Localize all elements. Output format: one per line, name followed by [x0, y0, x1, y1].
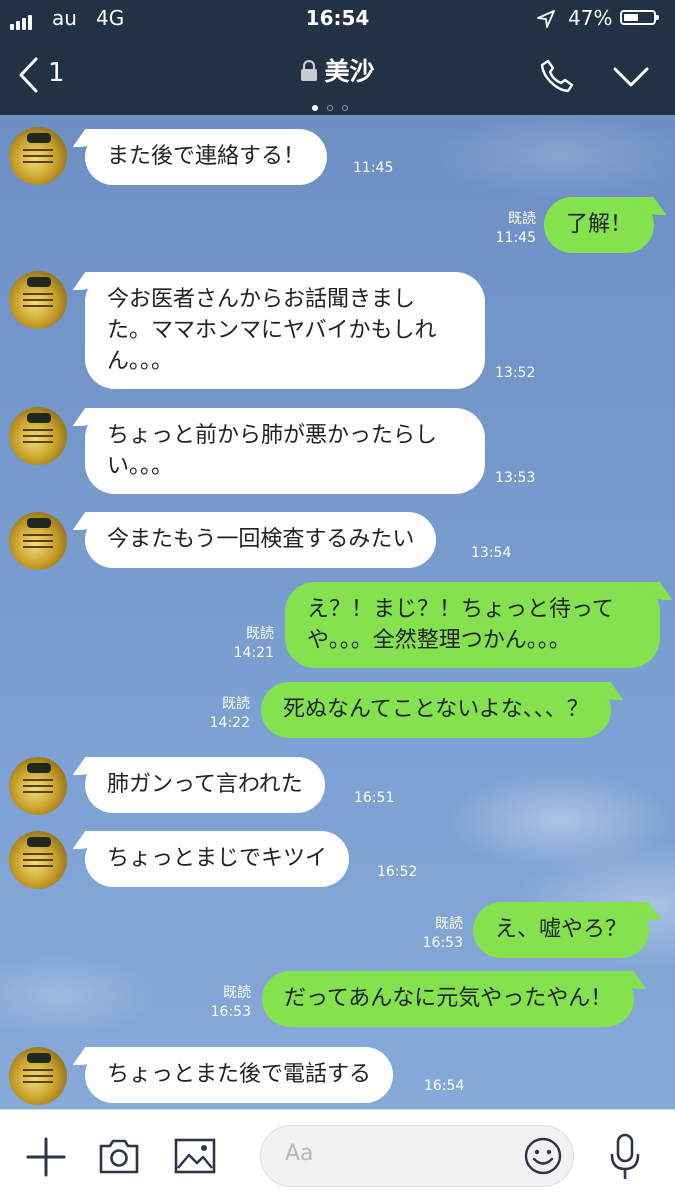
battery-percent: 47%: [568, 6, 613, 30]
contact-avatar[interactable]: [9, 1047, 67, 1105]
message-text: 肺ガンって言われた: [107, 772, 303, 797]
incoming-message[interactable]: 今またもう一回検査するみたい: [85, 512, 437, 568]
message-text: ちょっとまじでキツイ: [107, 846, 328, 871]
message-list[interactable]: また後で連絡する！ 11:45 既読 11:45 了解！ 今お医者さんからお話聞…: [0, 115, 675, 1109]
message-meta: 既読 14:22: [190, 695, 250, 733]
outgoing-message[interactable]: 死ぬなんてことないよな、、、？: [261, 682, 611, 738]
message-time: 16:53: [210, 1004, 251, 1020]
emoji-icon[interactable]: [523, 1136, 563, 1176]
message-time: 16:52: [377, 864, 418, 880]
message-time: 16:51: [354, 790, 395, 806]
message-text-line: や。。。全然整理つかん。。。: [307, 628, 571, 653]
message-text: ちょっとまた後で電話する: [107, 1062, 372, 1087]
chat-title: 美沙: [324, 57, 375, 86]
message-text-line: た。ママホンマにヤバイかもしれ: [107, 318, 437, 343]
message-time: 11:45: [353, 160, 394, 176]
message-text-line: 今お医者さんからお話聞きまし: [107, 287, 416, 312]
incoming-message[interactable]: ちょっとまた後で電話する: [85, 1047, 394, 1103]
outgoing-message[interactable]: 了解！: [544, 197, 655, 253]
lock-icon: [301, 60, 318, 81]
page-indicator: [312, 96, 357, 115]
message-time: 13:52: [495, 365, 536, 381]
incoming-message[interactable]: 肺ガンって言われた: [85, 757, 325, 813]
incoming-message[interactable]: また後で連絡する！: [85, 129, 328, 185]
message-text: また後で連絡する！: [107, 144, 306, 169]
read-receipt: 既読: [222, 696, 250, 712]
message-meta: 既読 11:45: [476, 210, 536, 248]
message-text: 了解！: [566, 212, 633, 237]
chat-header: au 4G 16:54 47% 1 美沙: [0, 0, 675, 115]
chevron-down-icon[interactable]: [612, 66, 650, 88]
message-text: え、嘘やろ？: [495, 917, 628, 942]
page-dot: [327, 105, 333, 111]
contact-avatar[interactable]: [9, 512, 67, 570]
location-arrow-icon: [537, 10, 555, 28]
contact-avatar[interactable]: [9, 831, 67, 889]
message-meta: 既読 14:21: [214, 625, 274, 663]
message-meta: 既読 16:53: [403, 915, 463, 953]
message-text: 今またもう一回検査するみたい: [107, 527, 415, 552]
image-icon[interactable]: [174, 1137, 216, 1175]
message-time: 14:21: [233, 645, 274, 661]
message-text-line: え？！まじ？！ちょっと待って: [307, 597, 614, 622]
page-dot: [342, 105, 348, 111]
message-input[interactable]: [283, 1140, 487, 1167]
incoming-message[interactable]: ちょっと前から肺が悪かったらし い。。。: [85, 408, 485, 494]
message-time: 11:45: [495, 230, 536, 246]
contact-avatar[interactable]: [9, 407, 67, 465]
message-time: 13:54: [471, 545, 512, 561]
read-receipt: 既読: [435, 916, 463, 932]
contact-avatar[interactable]: [9, 757, 67, 815]
message-text: 死ぬなんてことないよな、、、？: [283, 697, 589, 722]
message-composer: [0, 1109, 675, 1201]
contact-avatar[interactable]: [9, 271, 67, 329]
message-text: だってあんなに元気やったやん！: [284, 986, 613, 1011]
read-receipt: 既読: [223, 985, 251, 1001]
contact-avatar[interactable]: [9, 127, 67, 185]
message-time: 13:53: [495, 470, 536, 486]
message-time: 14:22: [209, 715, 250, 731]
read-receipt: 既読: [508, 211, 536, 227]
incoming-message[interactable]: 今お医者さんからお話聞きまし た。ママホンマにヤバイかもしれ ん。。。: [85, 272, 485, 389]
incoming-message[interactable]: ちょっとまじでキツイ: [85, 831, 350, 887]
message-time: 16:53: [422, 935, 463, 951]
phone-icon[interactable]: [539, 58, 575, 94]
page-dot: [312, 105, 318, 111]
outgoing-message[interactable]: だってあんなに元気やったやん！: [262, 971, 635, 1027]
message-text-line: い。。。: [107, 454, 174, 479]
message-text-line: ん。。。: [107, 349, 174, 374]
message-meta: 既読 16:53: [191, 984, 251, 1022]
battery-icon: [620, 10, 659, 25]
plus-icon[interactable]: [26, 1137, 66, 1177]
message-time: 16:54: [424, 1078, 465, 1094]
microphone-icon[interactable]: [608, 1133, 642, 1181]
read-receipt: 既読: [246, 626, 274, 642]
outgoing-message[interactable]: え、嘘やろ？: [473, 902, 650, 958]
message-input-box[interactable]: [260, 1125, 574, 1187]
outgoing-message[interactable]: え？！まじ？！ちょっと待って や。。。全然整理つかん。。。: [285, 582, 660, 668]
camera-icon[interactable]: [97, 1137, 141, 1175]
message-text-line: ちょっと前から肺が悪かったらし: [107, 423, 438, 448]
